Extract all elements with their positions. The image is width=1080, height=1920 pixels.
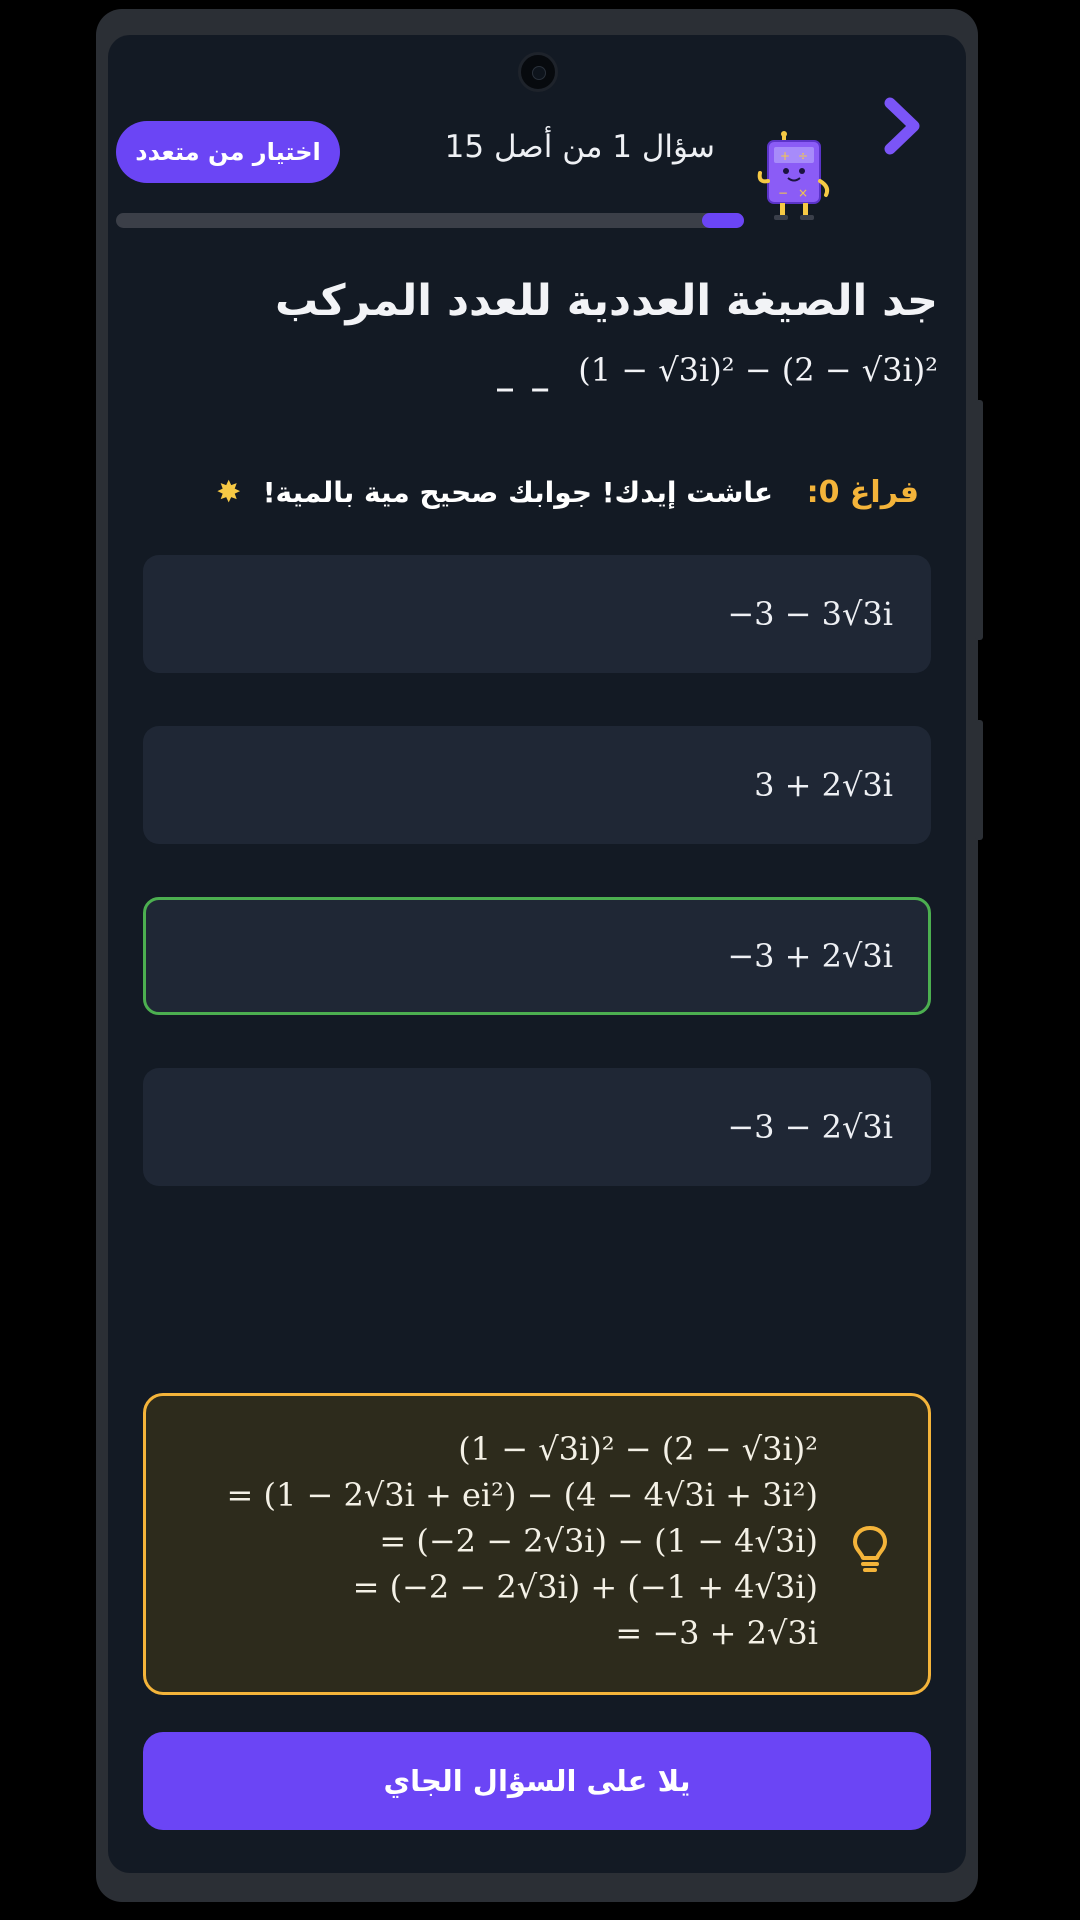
question-counter: سؤال 1 من أصل 15 <box>444 129 715 165</box>
feedback-text: عاشت إيدك! جوابك صحيح مية بالمية! <box>262 476 774 509</box>
answer-option[interactable]: −3 − 2√3i <box>143 1068 931 1186</box>
phone-side-button <box>975 720 983 840</box>
star-icon: ✸ <box>216 475 242 510</box>
hint-line: = (1 − 2√3i + ei²) − (4 − 4√3i + 3i²) <box>226 1476 818 1514</box>
answer-option[interactable]: 3 + 2√3i <box>143 726 931 844</box>
calculator-mascot-icon: + ÷ − × <box>757 131 830 220</box>
option-value: −3 + 2√3i <box>727 937 893 975</box>
chevron-right-icon[interactable] <box>878 93 928 159</box>
svg-text:+: + <box>780 149 790 163</box>
option-value: −3 − 3√3i <box>727 595 893 633</box>
app-screen: + ÷ − × سؤال 1 من أصل 15 اختيار من متعدد… <box>108 35 966 1873</box>
hint-line: = −3 + 2√3i <box>615 1614 818 1652</box>
expression-text: (1 − √3i)² − (2 − √3i)² <box>578 351 938 389</box>
feedback-message: فراغ 0: عاشت إيدك! جوابك صحيح مية بالمية… <box>216 475 919 510</box>
svg-text:÷: ÷ <box>798 149 808 163</box>
phone-side-button <box>975 400 983 640</box>
answer-option[interactable]: −3 − 3√3i <box>143 555 931 673</box>
feedback-tag: فراغ 0: <box>806 475 919 510</box>
next-question-button[interactable]: يلا على السؤال الجاي <box>143 1732 931 1830</box>
question-type-badge: اختيار من متعدد <box>116 121 340 183</box>
option-value: 3 + 2√3i <box>754 766 893 804</box>
question-title: جد الصيغة العددية للعدد المركب <box>274 276 938 326</box>
lightbulb-icon <box>853 1526 887 1572</box>
hint-box: (1 − √3i)² − (2 − √3i)² = (1 − 2√3i + ei… <box>143 1393 931 1695</box>
progress-bar <box>116 213 744 228</box>
answer-option-correct[interactable]: −3 + 2√3i <box>143 897 931 1015</box>
svg-text:×: × <box>798 186 808 200</box>
progress-fill <box>701 213 744 228</box>
front-camera <box>518 52 558 92</box>
hint-line: = (−2 − 2√3i) + (−1 + 4√3i) <box>352 1568 818 1606</box>
svg-text:−: − <box>778 186 788 200</box>
phone-frame: + ÷ − × سؤال 1 من أصل 15 اختيار من متعدد… <box>96 9 978 1902</box>
question-expression: _ _ (1 − √3i)² − (2 − √3i)² <box>497 351 938 392</box>
option-value: −3 − 2√3i <box>727 1108 893 1146</box>
hint-line: (1 − √3i)² − (2 − √3i)² <box>458 1430 818 1468</box>
hint-line: = (−2 − 2√3i) − (1 − 4√3i) <box>379 1522 818 1560</box>
hint-solution: (1 − √3i)² − (2 − √3i)² = (1 − 2√3i + ei… <box>226 1426 818 1656</box>
answer-blank: _ _ <box>496 353 553 392</box>
